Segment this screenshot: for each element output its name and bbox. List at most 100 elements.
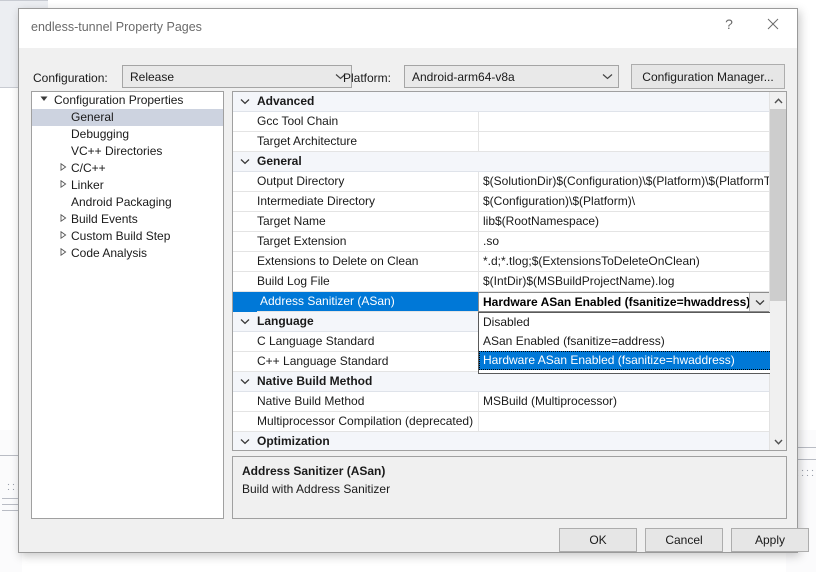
platform-label: Platform: — [343, 68, 391, 88]
address-sanitizer-dropdown-value: Hardware ASan Enabled (fsanitize=hwaddre… — [479, 295, 749, 309]
chevron-down-icon[interactable] — [238, 372, 252, 391]
scroll-down-icon[interactable] — [770, 433, 786, 450]
grid-row-value[interactable] — [479, 132, 770, 151]
grid-row-value[interactable]: $(Configuration)\$(Platform)\ — [479, 192, 770, 211]
tree-item-debugging[interactable]: Debugging — [32, 126, 223, 143]
dialog-title: endless-tunnel Property Pages — [31, 20, 202, 34]
twisty-collapsed-icon[interactable] — [57, 211, 69, 228]
grid-row-label: Multiprocessor Compilation (deprecated) — [257, 412, 479, 431]
grid-row-native-build-method[interactable]: Native Build MethodMSBuild (Multiprocess… — [233, 392, 770, 412]
property-pages-dialog: endless-tunnel Property Pages ? Configur… — [18, 8, 798, 553]
tree-item-linker[interactable]: Linker — [32, 177, 223, 194]
configuration-manager-label: Configuration Manager... — [642, 70, 773, 84]
tree-item-custom-build-step[interactable]: Custom Build Step — [32, 228, 223, 245]
property-grid-viewport: AdvancedGcc Tool ChainTarget Architectur… — [233, 92, 770, 450]
scrollbar-thumb[interactable] — [770, 109, 786, 301]
tree-item-vc-directories[interactable]: VC++ Directories — [32, 143, 223, 160]
address-sanitizer-dropdown-list[interactable]: DisabledASan Enabled (fsanitize=address)… — [478, 312, 770, 374]
description-text: Build with Address Sanitizer — [242, 482, 777, 496]
chevron-down-icon[interactable] — [238, 312, 252, 331]
tree-item-label: Configuration Properties — [54, 92, 223, 109]
grid-row-value[interactable]: .so — [479, 232, 770, 251]
grid-row-label: Target Architecture — [257, 132, 479, 151]
configuration-manager-button[interactable]: Configuration Manager... — [631, 64, 785, 89]
tree-item-label: Code Analysis — [71, 245, 223, 262]
close-icon — [767, 18, 779, 30]
grid-row-value[interactable]: lib$(RootNamespace) — [479, 212, 770, 231]
grid-row-address-sanitizer-asan[interactable]: Address Sanitizer (ASan)Hardware ASan En… — [233, 292, 770, 312]
grid-row-intermediate-directory[interactable]: Intermediate Directory$(Configuration)\$… — [233, 192, 770, 212]
scroll-up-icon[interactable] — [770, 92, 786, 109]
chevron-down-icon[interactable] — [238, 152, 252, 171]
tree-item-label: C/C++ — [71, 160, 223, 177]
ok-button[interactable]: OK — [559, 528, 637, 552]
grid-category-optimization[interactable]: Optimization — [233, 432, 770, 450]
tree-item-label: Android Packaging — [71, 194, 223, 211]
grid-category-native-build-method[interactable]: Native Build Method — [233, 372, 770, 392]
twisty-expanded-icon[interactable] — [38, 92, 50, 109]
twisty-collapsed-icon[interactable] — [57, 228, 69, 245]
grid-row-label: Target Extension — [257, 232, 479, 251]
twisty-collapsed-icon[interactable] — [57, 160, 69, 177]
tree-item-label: Custom Build Step — [71, 228, 223, 245]
twisty-collapsed-icon[interactable] — [57, 245, 69, 262]
platform-dropdown[interactable]: Android-arm64-v8a — [404, 65, 619, 88]
grid-row-label: Build Log File — [257, 272, 479, 291]
grid-row-target-extension[interactable]: Target Extension.so — [233, 232, 770, 252]
grid-row-multiprocessor-compilation-deprecated[interactable]: Multiprocessor Compilation (deprecated) — [233, 412, 770, 432]
description-title: Address Sanitizer (ASan) — [242, 464, 777, 478]
property-grid: AdvancedGcc Tool ChainTarget Architectur… — [232, 91, 787, 451]
chevron-down-icon[interactable] — [749, 293, 769, 311]
apply-label: Apply — [755, 533, 785, 547]
dialog-titlebar: endless-tunnel Property Pages ? — [19, 9, 797, 48]
dropdown-option-disabled[interactable]: Disabled — [479, 313, 770, 332]
tree-item-general[interactable]: General — [32, 109, 223, 126]
chevron-down-icon[interactable] — [238, 92, 252, 111]
tree-item-label: General — [71, 109, 223, 126]
grid-category-label: General — [257, 152, 677, 171]
tree-item-label: Build Events — [71, 211, 223, 228]
grid-row-build-log-file[interactable]: Build Log File$(IntDir)$(MSBuildProjectN… — [233, 272, 770, 292]
grid-row-target-architecture[interactable]: Target Architecture — [233, 132, 770, 152]
grid-row-value[interactable]: MSBuild (Multiprocessor) — [479, 392, 770, 411]
tree-item-build-events[interactable]: Build Events — [32, 211, 223, 228]
grid-row-extensions-to-delete-on-clean[interactable]: Extensions to Delete on Clean*.d;*.tlog;… — [233, 252, 770, 272]
dropdown-option-hardware-asan-enabled-fsanitize-hwaddress[interactable]: Hardware ASan Enabled (fsanitize=hwaddre… — [479, 351, 770, 370]
grid-row-label: Intermediate Directory — [257, 192, 479, 211]
tree-item-code-analysis[interactable]: Code Analysis — [32, 245, 223, 262]
grid-row-label: Output Directory — [257, 172, 479, 191]
property-grid-scrollbar[interactable] — [769, 92, 786, 450]
cancel-button[interactable]: Cancel — [645, 528, 723, 552]
grid-row-value[interactable] — [479, 112, 770, 131]
tree-item-android-packaging[interactable]: Android Packaging — [32, 194, 223, 211]
grid-row-gcc-tool-chain[interactable]: Gcc Tool Chain — [233, 112, 770, 132]
chevron-down-icon[interactable] — [238, 432, 252, 450]
grid-category-advanced[interactable]: Advanced — [233, 92, 770, 112]
grid-category-general[interactable]: General — [233, 152, 770, 172]
tree-item-label: VC++ Directories — [71, 143, 223, 160]
close-button[interactable] — [751, 9, 795, 39]
dropdown-option-asan-enabled-fsanitize-address[interactable]: ASan Enabled (fsanitize=address) — [479, 332, 770, 351]
grid-row-value[interactable] — [479, 412, 770, 431]
tree-item-c-c[interactable]: C/C++ — [32, 160, 223, 177]
grid-row-label: C Language Standard — [257, 332, 479, 351]
help-button[interactable]: ? — [707, 9, 751, 39]
grid-row-value[interactable]: $(IntDir)$(MSBuildProjectName).log — [479, 272, 770, 291]
address-sanitizer-dropdown[interactable]: Hardware ASan Enabled (fsanitize=hwaddre… — [478, 292, 770, 312]
grid-row-output-directory[interactable]: Output Directory$(SolutionDir)$(Configur… — [233, 172, 770, 192]
property-description-panel: Address Sanitizer (ASan) Build with Addr… — [232, 456, 787, 519]
question-mark-icon: ? — [725, 16, 733, 32]
configuration-dropdown[interactable]: Release — [122, 65, 352, 88]
selection-gutter — [233, 292, 257, 312]
configuration-properties-tree[interactable]: Configuration PropertiesGeneralDebugging… — [31, 91, 224, 519]
grid-row-target-name[interactable]: Target Namelib$(RootNamespace) — [233, 212, 770, 232]
tree-item-configuration-properties[interactable]: Configuration Properties — [32, 92, 223, 109]
chevron-down-icon — [596, 73, 618, 80]
apply-button[interactable]: Apply — [731, 528, 809, 552]
grid-row-value[interactable]: *.d;*.tlog;$(ExtensionsToDeleteOnClean) — [479, 252, 770, 271]
grid-category-label: Native Build Method — [257, 372, 677, 391]
grid-row-value[interactable]: $(SolutionDir)$(Configuration)\$(Platfor… — [479, 172, 770, 191]
ok-label: OK — [589, 533, 606, 547]
configuration-toolbar: Configuration: Release Platform: Android… — [19, 51, 797, 85]
twisty-collapsed-icon[interactable] — [57, 177, 69, 194]
